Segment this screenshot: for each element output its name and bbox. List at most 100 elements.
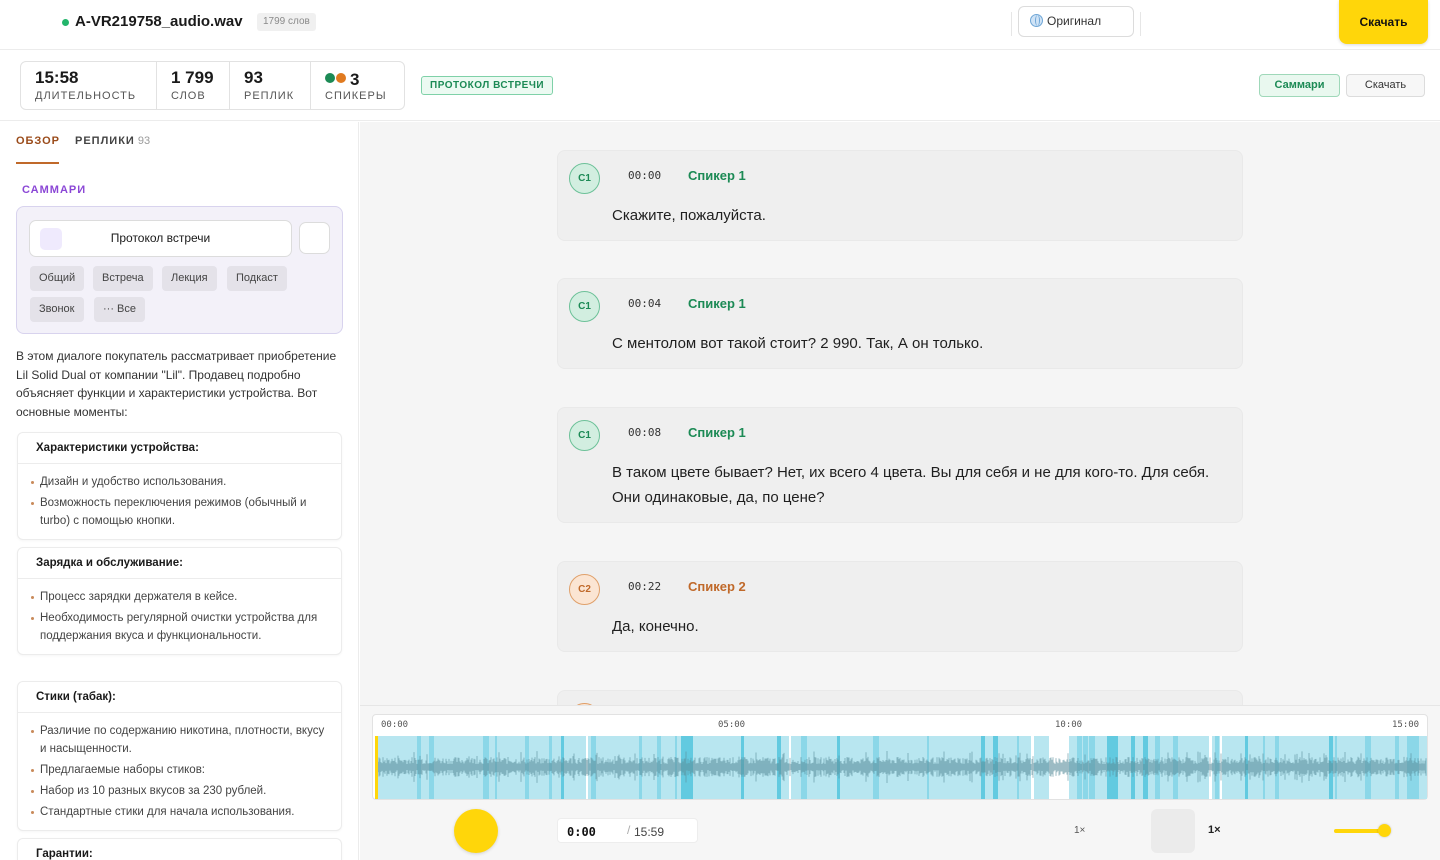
file-name: A-VR219758_audio.wav	[75, 13, 243, 30]
stats-panel: 15:58 Длительность 1 799 Слов 93 Реплик …	[20, 61, 405, 110]
transcript-message[interactable]: С1 00:04 Спикер 1 С ментолом вот такой с…	[557, 278, 1243, 369]
summary-card-title: Зарядка и обслуживание:	[18, 548, 341, 579]
summary-button[interactable]: Саммари	[1259, 74, 1340, 97]
message-text: Скажите, пожалуйста.	[612, 207, 766, 224]
volume-knob[interactable]	[1378, 824, 1392, 837]
summary-section-label: САММАРИ	[22, 184, 87, 196]
timeline-tick: 10:00	[1055, 720, 1083, 730]
timeline-tick: 15:00	[1392, 720, 1420, 730]
stat-replicas: 93 Реплик	[230, 62, 311, 109]
tab-overview[interactable]: Обзор	[16, 135, 60, 147]
file-status-dot	[62, 19, 69, 26]
summary-card-title: Гарантии:	[18, 839, 341, 860]
message-text: В таком цвете бывает? Нет, их всего 4 цв…	[612, 464, 1210, 506]
chip-call[interactable]: Звонок	[30, 297, 84, 322]
stat-words-value: 1 799	[171, 68, 214, 87]
original-label: Оригинал	[1047, 14, 1102, 28]
divider	[1011, 12, 1012, 36]
stat-duration-label: Длительность	[35, 90, 137, 102]
message-text: Да, конечно.	[612, 618, 699, 635]
time-separator: /	[627, 823, 631, 837]
summary-card-item: Возможность переключения режимов (обычны…	[31, 494, 331, 530]
volume-fill	[1334, 829, 1385, 833]
summary-card: Гарантии:	[17, 838, 342, 860]
message-timestamp[interactable]: 00:00	[628, 169, 661, 182]
summary-card-item: Набор из 10 разных вкусов за 230 рублей.	[31, 782, 331, 800]
template-select[interactable]: Протокол встречи	[29, 220, 292, 257]
stat-words-label: Слов	[171, 90, 206, 102]
play-button[interactable]	[454, 809, 498, 853]
download-secondary-button[interactable]: Скачать	[1346, 74, 1425, 97]
playback-speed-button[interactable]: 1×	[1208, 824, 1221, 836]
speaker-avatar: С1	[569, 420, 600, 451]
speaker-name[interactable]: Спикер 1	[688, 168, 746, 183]
divider	[1140, 12, 1141, 36]
tab-replicas[interactable]: Реплики 93	[75, 135, 150, 147]
current-time: 0:00	[567, 825, 596, 839]
chip-meeting[interactable]: Встреча	[93, 266, 153, 291]
speaker-name[interactable]: Спикер 1	[688, 425, 746, 440]
timeline-tick: 00:00	[381, 720, 409, 730]
player-control-button[interactable]	[1151, 809, 1195, 853]
time-display: 0:00 / 15:59	[557, 818, 698, 843]
tab-replicas-label: Реплики	[75, 135, 135, 147]
transcript-message[interactable]: С2 00:22 Спикер 2 Да, конечно.	[557, 561, 1243, 652]
speaker-color-dots	[325, 68, 347, 88]
summary-card: Стики (табак): Различие по содержанию ни…	[17, 681, 342, 831]
stat-speakers-value: 3	[325, 68, 359, 90]
original-language-button[interactable]: Оригинал	[1018, 6, 1134, 37]
globe-icon	[1030, 14, 1043, 27]
summary-template-box: Протокол встречи Общий Встреча Лекция По…	[16, 206, 343, 334]
total-time: 15:59	[634, 825, 665, 839]
chip-all[interactable]: ··· Все	[94, 297, 145, 322]
speaker-avatar: С1	[569, 163, 600, 194]
template-icon	[40, 228, 62, 250]
transcript-message[interactable]	[557, 690, 1243, 705]
speaker-name[interactable]: Спикер 1	[688, 296, 746, 311]
tab-active-indicator	[16, 162, 59, 164]
summary-intro-text: В этом диалоге покупатель рассматривает …	[16, 349, 337, 420]
summary-card-item: Различие по содержанию никотина, плотнос…	[31, 722, 331, 758]
chip-podcast[interactable]: Подкаст	[227, 266, 287, 291]
playback-speed-label[interactable]: 1×	[1074, 825, 1085, 836]
speaker-avatar: С2	[569, 574, 600, 605]
waveform[interactable]	[375, 736, 1427, 799]
message-timestamp[interactable]: 00:08	[628, 426, 661, 439]
summary-card-item: Необходимость регулярной очистки устройс…	[31, 609, 331, 645]
audio-player: 00:00 05:00 10:00 15:00 0:00 / 15:59 1× …	[360, 705, 1440, 860]
waveform-timeline[interactable]: 00:00 05:00 10:00 15:00	[372, 714, 1428, 800]
chip-lecture[interactable]: Лекция	[162, 266, 217, 291]
speaker-avatar: С1	[569, 291, 600, 322]
download-button[interactable]: Скачать	[1339, 0, 1428, 44]
top-bar: A-VR219758_audio.wav 1799 слов Оригинал …	[0, 0, 1440, 50]
template-select-label: Протокол встречи	[110, 231, 211, 245]
summary-card: Зарядка и обслуживание: Процесс зарядки …	[17, 547, 342, 655]
summary-card-item: Дизайн и удобство использования.	[31, 473, 331, 491]
summary-card-item: Процесс зарядки держателя в кейсе.	[31, 588, 331, 606]
transcript-message[interactable]: С1 00:08 Спикер 1 В таком цвете бывает? …	[557, 407, 1243, 523]
tab-replicas-count: 93	[137, 135, 151, 147]
stats-bar: 15:58 Длительность 1 799 Слов 93 Реплик …	[0, 51, 1440, 121]
stat-speakers: 3 Спикеры	[311, 62, 404, 109]
summary-card-item: Стандартные стики для начала использован…	[31, 803, 331, 821]
message-timestamp[interactable]: 00:22	[628, 580, 661, 593]
stat-replicas-value: 93	[244, 68, 263, 87]
template-options-button[interactable]	[299, 222, 330, 254]
summary-card-item: Предлагаемые наборы стиков:	[31, 761, 331, 779]
summary-card: Характеристики устройства: Дизайн и удоб…	[17, 432, 342, 540]
summary-card-title: Стики (табак):	[18, 682, 341, 713]
stat-speakers-label: Спикеры	[325, 90, 387, 102]
speaker-name[interactable]: Спикер 2	[688, 579, 746, 594]
message-text: С ментолом вот такой стоит? 2 990. Так, …	[612, 335, 984, 352]
chip-general[interactable]: Общий	[30, 266, 85, 291]
sidebar: Обзор Реплики 93 САММАРИ Протокол встречи…	[0, 122, 359, 860]
stat-duration-value: 15:58	[35, 68, 79, 87]
stat-speakers-count: 3	[350, 70, 360, 89]
transcript-message[interactable]: С1 00:00 Спикер 1 Скажите, пожалуйста.	[557, 150, 1243, 241]
timeline-tick: 05:00	[718, 720, 746, 730]
message-timestamp[interactable]: 00:04	[628, 297, 661, 310]
protocol-tag: ПРОТОКОЛ ВСТРЕЧИ	[421, 76, 554, 95]
stat-duration: 15:58 Длительность	[21, 62, 157, 109]
transcript-panel: С1 00:00 Спикер 1 Скажите, пожалуйста. С…	[360, 122, 1440, 705]
words-badge: 1799 слов	[257, 13, 316, 31]
